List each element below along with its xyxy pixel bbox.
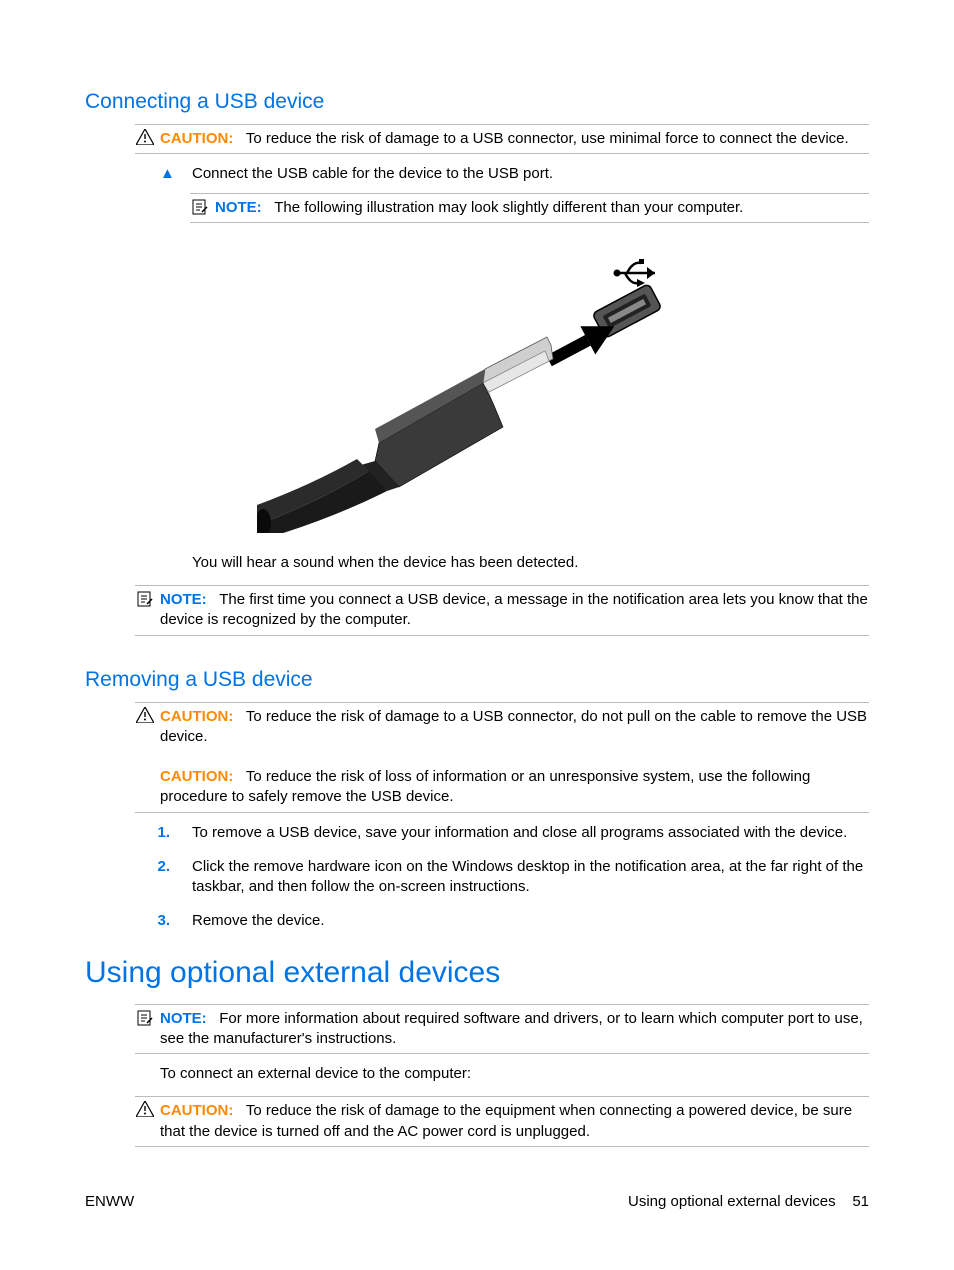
heading-connecting-usb: Connecting a USB device [85, 90, 869, 114]
caution-box: CAUTION: To reduce the risk of damage to… [135, 1096, 869, 1147]
footer-right: Using optional external devices 51 [628, 1193, 869, 1210]
paragraph: You will hear a sound when the device ha… [192, 553, 869, 573]
caution-text: To reduce the risk of damage to a USB co… [160, 708, 867, 745]
note-icon [135, 1009, 155, 1033]
caution-box: CAUTION: To reduce the risk of damage to… [135, 702, 869, 756]
caution-box: CAUTION: To reduce the risk of damage to… [135, 124, 869, 154]
heading-removing-usb: Removing a USB device [85, 668, 869, 692]
note-box: NOTE: For more information about require… [135, 1004, 869, 1055]
step-number: 1. [150, 823, 170, 843]
note-box: NOTE: The following illustration may loo… [190, 193, 869, 223]
warning-icon [135, 707, 155, 729]
numbered-step: 2. Click the remove hardware icon on the… [150, 857, 869, 898]
step-text: Click the remove hardware icon on the Wi… [192, 858, 863, 895]
caution-box: CAUTION: To reduce the risk of loss of i… [135, 765, 869, 813]
caution-label: CAUTION: [160, 130, 233, 147]
step-number: 2. [150, 857, 170, 877]
step-text: To remove a USB device, save your inform… [192, 824, 847, 841]
warning-icon [135, 129, 155, 151]
heading-external-devices: Using optional external devices [85, 956, 869, 990]
note-text: For more information about required soft… [160, 1010, 863, 1047]
step-item: ▲ Connect the USB cable for the device t… [160, 164, 869, 184]
note-label: NOTE: [160, 591, 207, 608]
step-text: Connect the USB cable for the device to … [192, 165, 553, 182]
caution-text: To reduce the risk of damage to the equi… [160, 1102, 852, 1139]
note-box: NOTE: The first time you connect a USB d… [135, 585, 869, 636]
numbered-step: 3. Remove the device. [150, 911, 869, 931]
note-icon [135, 590, 155, 614]
caution-label: CAUTION: [160, 1102, 233, 1119]
caution-label: CAUTION: [160, 708, 233, 725]
page-footer: ENWW Using optional external devices 51 [85, 1193, 869, 1210]
step-text: Remove the device. [192, 912, 325, 929]
caution-label: CAUTION: [160, 768, 233, 785]
paragraph: To connect an external device to the com… [160, 1064, 869, 1084]
caution-text: To reduce the risk of damage to a USB co… [246, 130, 849, 147]
document-page: Connecting a USB device CAUTION: To redu… [0, 0, 954, 1270]
note-text: The following illustration may look slig… [274, 199, 743, 216]
footer-left: ENWW [85, 1193, 134, 1210]
step-number: 3. [150, 911, 170, 931]
warning-icon [135, 1101, 155, 1123]
usb-cable-illustration [257, 243, 697, 533]
note-icon [190, 198, 210, 222]
numbered-step: 1. To remove a USB device, save your inf… [150, 823, 869, 843]
note-text: The first time you connect a USB device,… [160, 591, 868, 628]
triangle-bullet-icon: ▲ [160, 164, 175, 184]
caution-text: To reduce the risk of loss of informatio… [160, 768, 810, 805]
note-label: NOTE: [215, 199, 262, 216]
note-label: NOTE: [160, 1010, 207, 1027]
